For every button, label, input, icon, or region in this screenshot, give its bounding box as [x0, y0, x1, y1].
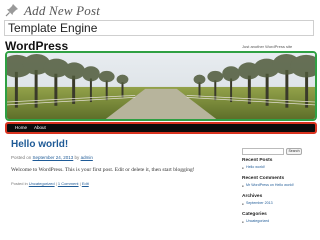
nav-item-home[interactable]: Home — [15, 125, 27, 130]
post-footer-prefix: Posted in — [11, 181, 29, 186]
post-comments-link[interactable]: 1 Comment — [58, 181, 79, 186]
categories-title: Categories — [242, 212, 267, 217]
recent-posts-title: Recent Posts — [242, 158, 273, 163]
post-edit-link[interactable]: Edit — [82, 181, 89, 186]
recent-comment-item[interactable]: Mr WordPress on Hello world! — [242, 183, 294, 188]
post-meta-by: by — [73, 155, 81, 160]
site-tagline: Just another WordPress site — [242, 44, 293, 49]
header-image — [7, 53, 315, 119]
post-title[interactable]: Hello world! — [11, 139, 68, 150]
search-button[interactable]: Search — [286, 148, 302, 155]
post-title-input[interactable]: Template Engine — [4, 20, 314, 36]
nav-item-about[interactable]: About — [34, 125, 46, 130]
archive-item[interactable]: September 2013 — [242, 201, 273, 206]
header-image-highlight — [5, 51, 317, 121]
post-date-link[interactable]: September 24, 2013 — [33, 155, 74, 160]
recent-comments-title: Recent Comments — [242, 176, 285, 181]
nav-menu-highlight: Home About — [5, 122, 317, 134]
post-meta-prefix: Posted on — [11, 155, 33, 160]
editor-header: Add New Post — [0, 0, 320, 22]
recent-post-item[interactable]: Hello world! — [242, 165, 265, 170]
search-input[interactable] — [242, 148, 284, 155]
post-meta: Posted on September 24, 2013 by admin — [11, 155, 93, 160]
archives-title: Archives — [242, 194, 263, 199]
post-footer: Posted in Uncategorized | 1 Comment | Ed… — [11, 181, 89, 186]
category-item[interactable]: Uncategorized — [242, 219, 269, 224]
post-author-link[interactable]: admin — [81, 155, 93, 160]
post-body: Welcome to WordPress. This is your first… — [11, 167, 195, 173]
page-title: Add New Post — [24, 3, 101, 18]
post-category-link[interactable]: Uncategorized — [29, 181, 55, 186]
pushpin-icon — [5, 4, 18, 17]
